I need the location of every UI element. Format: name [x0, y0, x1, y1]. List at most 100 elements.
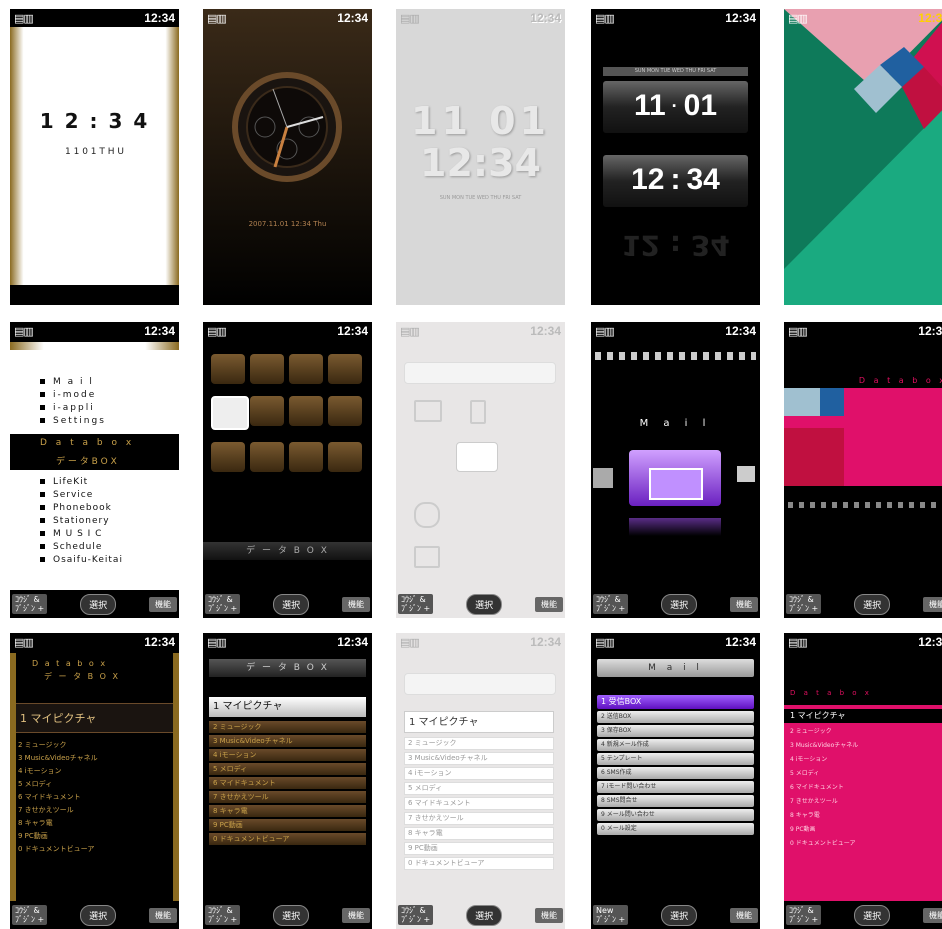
softkey-right[interactable]: 機能 — [922, 596, 942, 612]
menu-tile-stationery[interactable] — [211, 442, 245, 472]
list-item[interactable]: 8 キャラ電 — [209, 805, 366, 817]
menu-tile-lifekit[interactable] — [250, 396, 284, 426]
list-item[interactable]: 4 iモーション — [404, 767, 554, 780]
list-item[interactable]: 8 キャラ電 — [404, 827, 554, 840]
list-item-selected[interactable]: 1 受信BOX — [597, 695, 754, 709]
softkey-left[interactable]: ｺｳｼﾞ & ﾌﾞｼﾞﾝ + — [398, 594, 434, 614]
list-item[interactable]: 4 iモーション — [10, 765, 179, 778]
softkey-center[interactable]: 選択 — [273, 593, 310, 615]
list-item[interactable]: 2 ミュージック — [784, 725, 942, 739]
menu-tile-music[interactable] — [250, 442, 284, 472]
list-item[interactable]: 5 メロディ — [404, 782, 554, 795]
softkey-right[interactable]: 機能 — [729, 596, 758, 612]
menu-tile-service[interactable] — [289, 396, 323, 426]
menu-tile-imode[interactable] — [250, 354, 284, 384]
list-item[interactable]: 2 ミュージック — [10, 739, 179, 752]
list-item[interactable]: 7 きせかえツール — [404, 812, 554, 825]
menu-tile-iappli[interactable] — [289, 354, 323, 384]
softkey-right[interactable]: 機能 — [922, 907, 942, 923]
softkey-right[interactable]: 機能 — [534, 596, 563, 612]
menu-item-service[interactable]: Service — [32, 489, 179, 502]
list-item[interactable]: 4 iモーション — [784, 753, 942, 767]
list-item[interactable]: 6 マイドキュメント — [10, 791, 179, 804]
menu-tile-databox-selected[interactable] — [211, 396, 249, 430]
list-item[interactable]: 4 新規メール作成 — [597, 739, 754, 751]
softkey-right[interactable]: 機能 — [729, 907, 758, 923]
softkey-left-new[interactable]: New ﾌﾞｼﾞﾝ + — [593, 905, 629, 925]
menu-item-lifekit[interactable]: LifeKit — [32, 476, 179, 489]
list-item[interactable]: 0 ドキュメントビューア — [10, 843, 179, 856]
menu-item-stationery[interactable]: Stationery — [32, 515, 179, 528]
menu-tile-mail[interactable] — [211, 354, 245, 384]
list-item[interactable]: 0 ドキュメントビューア — [784, 837, 942, 851]
softkey-left[interactable]: ｺｳｼﾞ & ﾌﾞｼﾞﾝ + — [786, 905, 822, 925]
softkey-center[interactable]: 選択 — [854, 904, 891, 926]
menu-tile-schedule[interactable] — [289, 442, 323, 472]
softkey-left[interactable]: ｺｳｼﾞ & ﾌﾞｼﾞﾝ + — [12, 905, 48, 925]
list-item[interactable]: 5 メロディ — [784, 767, 942, 781]
softkey-left[interactable]: ｺｳｼﾞ & ﾌﾞｼﾞﾝ + — [786, 594, 822, 614]
list-item[interactable]: 5 テンプレート — [597, 753, 754, 765]
menu-item-settings[interactable]: Settings — [32, 415, 179, 428]
list-item[interactable]: 7 きせかえツール — [10, 804, 179, 817]
list-item[interactable]: 5 メロディ — [209, 763, 366, 775]
softkey-right[interactable]: 機能 — [148, 907, 177, 923]
softkey-center[interactable]: 選択 — [854, 593, 891, 615]
list-item[interactable]: 9 メール問い合わせ — [597, 809, 754, 821]
softkey-left[interactable]: ｺｳｼﾞ & ﾌﾞｼﾞﾝ + — [12, 594, 48, 614]
menu-tile-next[interactable] — [737, 466, 755, 482]
menu-tile-settings[interactable] — [328, 354, 362, 384]
softkey-center[interactable]: 選択 — [661, 904, 698, 926]
menu-tile-selected[interactable] — [456, 442, 498, 472]
list-item[interactable]: 8 SMS問合せ — [597, 795, 754, 807]
list-item[interactable]: 3 Music&Videoチャネル — [10, 752, 179, 765]
softkey-right[interactable]: 機能 — [534, 907, 563, 923]
list-item[interactable]: 0 メール設定 — [597, 823, 754, 835]
list-item[interactable]: 5 メロディ — [10, 778, 179, 791]
list-item[interactable]: 0 ドキュメントビューア — [404, 857, 554, 870]
softkey-left[interactable]: ｺｳｼﾞ & ﾌﾞｼﾞﾝ + — [205, 905, 241, 925]
rss-icon[interactable] — [414, 502, 440, 528]
list-item[interactable]: 6 マイドキュメント — [404, 797, 554, 810]
list-item-selected[interactable]: 1 マイピクチャ — [16, 703, 173, 733]
menu-item-schedule[interactable]: Schedule — [32, 541, 179, 554]
list-item[interactable]: 6 マイドキュメント — [209, 777, 366, 789]
menu-item-mail[interactable]: M a i l — [32, 376, 179, 389]
list-item[interactable]: 9 PC動画 — [10, 830, 179, 843]
list-item[interactable]: 2 送信BOX — [597, 711, 754, 723]
imode-icon[interactable] — [470, 400, 486, 424]
softkey-right[interactable]: 機能 — [341, 907, 370, 923]
list-item[interactable]: 6 マイドキュメント — [784, 781, 942, 795]
softkey-center[interactable]: 選択 — [80, 904, 117, 926]
softkey-left[interactable]: ｺｳｼﾞ & ﾌﾞｼﾞﾝ + — [593, 594, 629, 614]
menu-item-imode[interactable]: i-mode — [32, 389, 179, 402]
menu-tile-prev[interactable] — [593, 468, 613, 488]
list-item[interactable]: 8 キャラ電 — [784, 809, 942, 823]
list-item[interactable]: 3 保存BOX — [597, 725, 754, 737]
menu-icon-strip[interactable] — [788, 502, 942, 508]
softkey-left[interactable]: ｺｳｼﾞ & ﾌﾞｼﾞﾝ + — [205, 594, 241, 614]
list-item[interactable]: 7 iモード問い合わせ — [597, 781, 754, 793]
menu-icon-strip[interactable] — [595, 352, 756, 360]
list-item[interactable]: 3 Music&Videoチャネル — [209, 735, 366, 747]
menu-item-phonebook[interactable]: Phonebook — [32, 502, 179, 515]
list-item[interactable]: 7 きせかえツール — [784, 795, 942, 809]
list-item[interactable]: 0 ドキュメントビューア — [209, 833, 366, 845]
softkey-left[interactable]: ｺｳｼﾞ & ﾌﾞｼﾞﾝ + — [398, 905, 434, 925]
headphones-icon[interactable] — [414, 546, 440, 568]
softkey-center[interactable]: 選択 — [661, 593, 698, 615]
menu-item-music[interactable]: M U S I C — [32, 528, 179, 541]
softkey-center[interactable]: 選択 — [273, 904, 310, 926]
menu-tile-osaifu[interactable] — [328, 442, 362, 472]
softkey-center[interactable]: 選択 — [466, 593, 503, 615]
list-item[interactable]: 9 PC動画 — [784, 823, 942, 837]
menu-item-osaifu[interactable]: Osaifu-Keitai — [32, 554, 179, 567]
menu-item-databox-selected[interactable]: D a t a b o x デ ー タ B O X — [10, 434, 179, 470]
list-item[interactable]: 4 iモーション — [209, 749, 366, 761]
menu-tile-phonebook[interactable] — [328, 396, 362, 426]
list-item[interactable]: 7 きせかえツール — [209, 791, 366, 803]
list-item[interactable]: 9 PC動画 — [209, 819, 366, 831]
list-item-selected[interactable]: 1 マイピクチャ — [404, 711, 554, 733]
list-item-selected[interactable]: 1 マイピクチャ — [209, 697, 366, 717]
list-item[interactable]: 3 Music&Videoチャネル — [784, 739, 942, 753]
